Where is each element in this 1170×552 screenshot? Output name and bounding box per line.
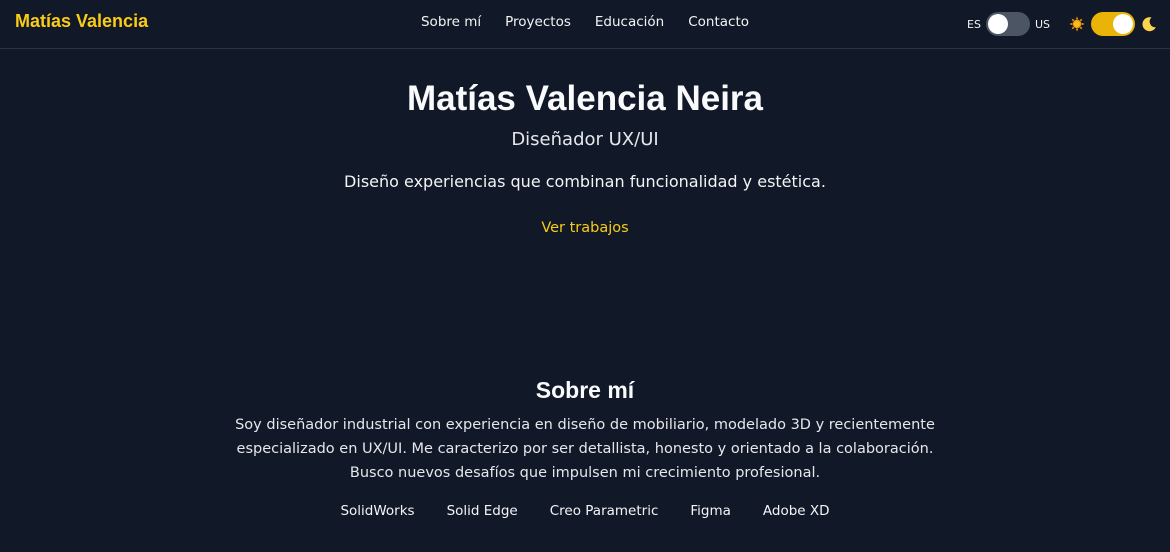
brand-logo[interactable]: Matías Valencia xyxy=(15,11,148,32)
lang-label-es: ES xyxy=(967,17,981,31)
skill-item: Solid Edge xyxy=(446,503,518,519)
hero-subtitle: Diseñador UX/UI xyxy=(511,129,659,150)
about-title: Sobre mí xyxy=(535,377,635,403)
skill-item: Creo Parametric xyxy=(549,503,659,519)
hero-title: Matías Valencia Neira xyxy=(406,79,764,118)
sun-icon xyxy=(1068,15,1086,33)
skill-item: Adobe XD xyxy=(762,503,830,519)
hero-section: Matías Valencia Neira Diseñador UX/UI Di… xyxy=(0,76,1170,236)
header-controls: ES US xyxy=(967,11,1158,37)
nav-link-educacion[interactable]: Educación xyxy=(595,14,664,30)
nav-link-proyectos[interactable]: Proyectos xyxy=(505,14,571,30)
language-toggle[interactable] xyxy=(985,12,1030,36)
nav-link-sobre-mi[interactable]: Sobre mí xyxy=(421,14,481,30)
nav-link-contacto[interactable]: Contacto xyxy=(688,14,749,30)
view-work-link[interactable]: Ver trabajos xyxy=(541,220,628,236)
moon-icon xyxy=(1140,15,1158,33)
hero-tagline: Diseño experiencias que combinan funcion… xyxy=(344,172,826,191)
lang-label-us: US xyxy=(1034,17,1050,31)
navbar: Matías Valencia Sobre mí Proyectos Educa… xyxy=(0,0,1170,49)
skills-list: SolidWorks Solid Edge Creo Parametric Fi… xyxy=(0,503,1170,519)
theme-toggle-knob xyxy=(1113,14,1133,34)
theme-toggle[interactable] xyxy=(1091,12,1135,36)
skill-item: SolidWorks xyxy=(340,503,415,519)
language-toggle-knob xyxy=(987,14,1008,34)
skill-item: Figma xyxy=(690,503,731,519)
about-section: Sobre mí Soy diseñador industrial con ex… xyxy=(0,374,1170,519)
about-description: Soy diseñador industrial con experiencia… xyxy=(235,417,935,481)
